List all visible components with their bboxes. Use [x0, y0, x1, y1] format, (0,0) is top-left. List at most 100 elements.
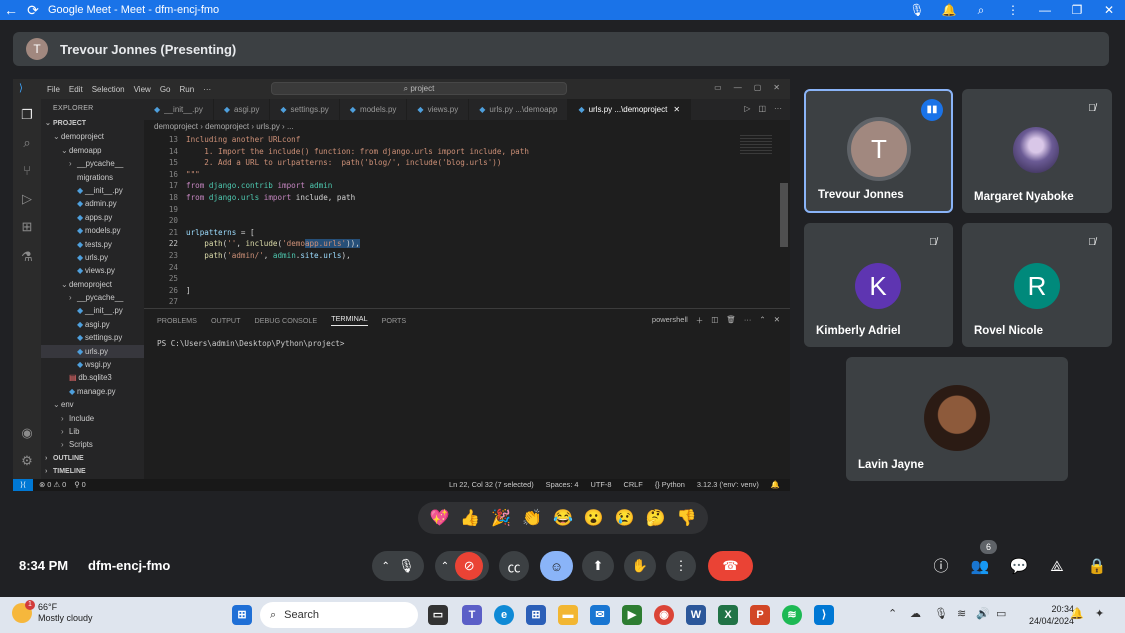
- tray-chevron-up-icon[interactable]: ⌃: [888, 607, 897, 620]
- more-icon[interactable]: ···: [774, 104, 782, 113]
- windows-start-icon[interactable]: ⊞: [232, 605, 252, 625]
- chrome-icon[interactable]: ◉: [654, 605, 674, 625]
- participant-tile-rovel[interactable]: R 🎙̸ Rovel Nicole: [962, 223, 1112, 347]
- panel-tab-debug-console[interactable]: DEBUG CONSOLE: [255, 316, 318, 325]
- status-item[interactable]: Ln 22, Col 32 (7 selected): [449, 479, 534, 491]
- reaction-emoji[interactable]: 👏: [522, 508, 542, 528]
- reaction-emoji[interactable]: 😮: [584, 508, 604, 528]
- bell-icon[interactable]: 🔔: [933, 3, 965, 17]
- editor-tab[interactable]: ◆ __init__.py: [144, 99, 214, 120]
- tree-item[interactable]: ◆ __init__.py: [41, 184, 144, 197]
- meeting-details-icon[interactable]: ⓘ: [929, 556, 953, 578]
- excel-icon[interactable]: X: [718, 605, 738, 625]
- terminal-shell-label[interactable]: powershell: [652, 315, 688, 326]
- layout-icon[interactable]: ▭: [714, 83, 722, 92]
- split-terminal-icon[interactable]: ◫: [711, 315, 718, 326]
- store-icon[interactable]: ⊞: [526, 605, 546, 625]
- tree-item[interactable]: ◆ asgi.py: [41, 318, 144, 331]
- reaction-emoji[interactable]: 👍: [460, 508, 480, 528]
- run-debug-icon[interactable]: ▷: [19, 191, 35, 207]
- settings-gear-icon[interactable]: ⚙: [19, 453, 35, 469]
- captions-button[interactable]: ㏄: [499, 551, 529, 581]
- wifi-icon[interactable]: ≋: [957, 607, 966, 620]
- tree-item[interactable]: ⌄demoapp: [41, 144, 144, 157]
- menu-item[interactable]: ···: [203, 85, 211, 94]
- participant-tile-margaret[interactable]: 🎙̸ Margaret Nyaboke: [962, 89, 1112, 213]
- breadcrumb[interactable]: demoproject › demoproject › urls.py › ..…: [144, 120, 790, 133]
- onedrive-icon[interactable]: ☁: [910, 607, 921, 620]
- run-icon[interactable]: ▷: [744, 104, 750, 113]
- reaction-emoji[interactable]: 😢: [615, 508, 635, 528]
- meet-app-icon[interactable]: ▶: [622, 605, 642, 625]
- panel-tab-ports[interactable]: PORTS: [382, 316, 407, 325]
- remote-icon[interactable]: ⟩⟨: [13, 479, 33, 491]
- tree-item[interactable]: › __pycache__: [41, 291, 144, 304]
- activities-icon[interactable]: ⟁: [1045, 556, 1069, 578]
- tree-item[interactable]: › TIMELINE: [41, 465, 144, 478]
- host-controls-icon[interactable]: 🔒: [1085, 556, 1109, 578]
- tree-item[interactable]: ▤ db.sqlite3: [41, 371, 144, 384]
- zoom-icon[interactable]: ⌕: [965, 3, 997, 18]
- powerpoint-icon[interactable]: P: [750, 605, 770, 625]
- explorer-icon[interactable]: ❐: [19, 107, 35, 123]
- tree-item[interactable]: ◆ settings.py: [41, 331, 144, 344]
- editor-tab[interactable]: ◆ views.py: [407, 99, 470, 120]
- reaction-emoji[interactable]: 🤔: [646, 508, 666, 528]
- weather-widget[interactable]: 1 66°F Mostly cloudy: [12, 600, 93, 624]
- status-item[interactable]: 3.12.3 ('env': venv): [697, 479, 759, 491]
- tree-item[interactable]: migrations: [41, 171, 144, 184]
- more-options-icon[interactable]: ⋮: [997, 3, 1029, 17]
- minimap[interactable]: [740, 135, 772, 155]
- tree-item[interactable]: ◆ apps.py: [41, 211, 144, 224]
- reaction-emoji[interactable]: 👎: [676, 508, 696, 528]
- panel-tab-problems[interactable]: PROBLEMS: [157, 316, 197, 325]
- tree-item[interactable]: › OUTLINE: [41, 452, 144, 465]
- microphone-button[interactable]: ⌃ 🎙: [372, 551, 424, 581]
- copilot-icon[interactable]: ✦: [1095, 607, 1104, 620]
- participant-tile-trevour[interactable]: T ▮▮ Trevour Jonnes: [804, 89, 953, 213]
- panel-tab-terminal[interactable]: TERMINAL: [331, 314, 368, 326]
- more-icon[interactable]: ···: [744, 315, 752, 326]
- spotify-icon[interactable]: ≋: [782, 605, 802, 625]
- camera-button[interactable]: ⌃ ⊘: [435, 551, 489, 581]
- status-item[interactable]: ⊗ 0 ⚠ 0: [39, 479, 66, 491]
- tree-item[interactable]: › __pycache__: [41, 157, 144, 170]
- chat-icon[interactable]: 💬: [1007, 556, 1031, 578]
- emoji-button[interactable]: ☺: [540, 551, 573, 581]
- tree-item[interactable]: › Include: [41, 412, 144, 425]
- panel-tab-output[interactable]: OUTPUT: [211, 316, 241, 325]
- menu-item[interactable]: Run: [179, 85, 194, 94]
- testing-icon[interactable]: ⚗: [19, 249, 35, 265]
- menu-item[interactable]: Edit: [69, 85, 83, 94]
- tree-item[interactable]: ◆ models.py: [41, 224, 144, 237]
- terminal-prompt[interactable]: PS C:\Users\admin\Desktop\Python\project…: [144, 339, 790, 348]
- account-icon[interactable]: ◉: [19, 425, 35, 441]
- menu-item[interactable]: View: [134, 85, 151, 94]
- tree-item[interactable]: ◆ urls.py: [41, 344, 144, 359]
- tree-item[interactable]: ◆ urls.py: [41, 251, 144, 264]
- notification-bell-icon[interactable]: 🔔: [1070, 607, 1084, 620]
- editor-tab[interactable]: ◆ urls.py ...\demoapp: [469, 99, 569, 120]
- battery-icon[interactable]: ▭: [996, 607, 1006, 620]
- split-editor-icon[interactable]: ◫: [758, 104, 766, 113]
- present-button[interactable]: ⬆: [582, 551, 614, 581]
- menu-item[interactable]: File: [47, 85, 60, 94]
- status-item[interactable]: CRLF: [624, 479, 643, 491]
- status-item[interactable]: ⚲ 0: [74, 479, 86, 491]
- tree-item[interactable]: ◆ views.py: [41, 264, 144, 277]
- close-icon[interactable]: ✕: [773, 83, 780, 92]
- mail-icon[interactable]: ✉: [590, 605, 610, 625]
- teams-icon[interactable]: T: [462, 605, 482, 625]
- close-panel-icon[interactable]: ✕: [774, 315, 780, 326]
- tree-item[interactable]: ◆ manage.py: [41, 385, 144, 398]
- restore-button[interactable]: ❐: [1061, 3, 1093, 17]
- participant-tile-kimberly[interactable]: K 🎙̸ Kimberly Adriel: [804, 223, 953, 347]
- leave-call-button[interactable]: ☎: [708, 551, 753, 581]
- taskbar-search[interactable]: ⌕ Search: [260, 602, 418, 628]
- vscode-taskbar-icon[interactable]: ⟩: [814, 605, 834, 625]
- tree-item[interactable]: ◆ admin.py: [41, 197, 144, 210]
- command-center-search[interactable]: ⌕ project: [271, 82, 567, 95]
- maximize-icon[interactable]: ▢: [754, 83, 762, 92]
- extensions-icon[interactable]: ⊞: [19, 219, 35, 235]
- raise-hand-button[interactable]: ✋: [624, 551, 656, 581]
